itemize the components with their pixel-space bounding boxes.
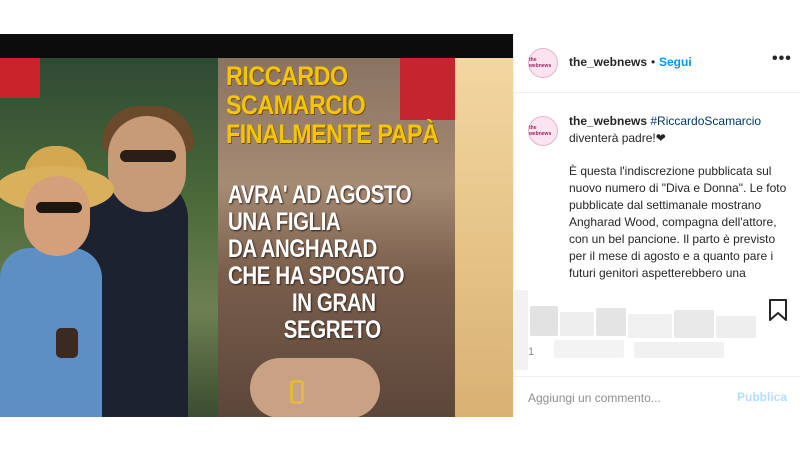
photo-figure <box>108 116 186 212</box>
post-photo: RICCARDO SCAMARCIO FINALMENTE PAPÀ AVRA'… <box>0 58 513 417</box>
headline-line: SCAMARCIO <box>226 90 366 120</box>
hashtag-link[interactable]: #RiccardoScamarcio <box>650 114 761 128</box>
post-sidebar: the webnews the_webnews • Segui ••• the … <box>513 34 800 417</box>
blurred-block <box>514 290 528 370</box>
blurred-block <box>530 306 558 336</box>
likes-count: 1 <box>528 346 535 358</box>
subhead-line: DA ANGHARAD <box>228 235 377 263</box>
photo-figure <box>36 202 82 213</box>
photo-hand <box>250 358 380 417</box>
blurred-block <box>596 308 626 336</box>
post-image[interactable]: RICCARDO SCAMARCIO FINALMENTE PAPÀ AVRA'… <box>0 34 513 417</box>
avatar-label: the webnews <box>529 125 552 137</box>
separator-dot: • <box>651 55 656 69</box>
subhead-line: IN GRAN <box>291 289 376 317</box>
blurred-block <box>560 312 594 336</box>
avatar[interactable]: the webnews <box>528 48 558 78</box>
blurred-block <box>628 314 672 338</box>
photo-figure <box>0 248 102 417</box>
headline-line: RICCARDO <box>226 61 348 91</box>
photo-figure <box>120 150 176 162</box>
caption-text: diventerà padre!❤ <box>569 131 666 145</box>
photo-ring <box>290 380 304 404</box>
photo-figure <box>24 176 90 256</box>
blurred-actions <box>514 290 800 370</box>
subhead-line: SEGRETO <box>283 316 381 344</box>
magazine-headline: RICCARDO SCAMARCIO FINALMENTE PAPÀ <box>226 61 439 149</box>
comment-input[interactable] <box>528 389 718 407</box>
comment-bar: Pubblica <box>514 376 800 418</box>
blurred-block <box>634 342 724 358</box>
photo-decoration <box>455 58 513 417</box>
post-caption: the_webnews #RiccardoScamarcio diventerà… <box>569 113 787 282</box>
magazine-subhead: AVRA' AD AGOSTO UNA FIGLIA DA ANGHARAD C… <box>228 181 412 344</box>
blurred-block <box>716 316 756 338</box>
caption-username[interactable]: the_webnews <box>569 114 647 128</box>
publish-button[interactable]: Pubblica <box>737 390 787 404</box>
blurred-block <box>674 310 714 338</box>
caption-body: È questa l'indiscrezione pubblicata sul … <box>569 164 787 280</box>
avatar-label: the webnews <box>529 57 552 69</box>
blurred-block <box>554 340 624 358</box>
bookmark-icon[interactable] <box>768 299 788 321</box>
photo-decoration <box>0 58 40 98</box>
follow-button[interactable]: Segui <box>659 55 692 69</box>
caption-avatar[interactable]: the webnews <box>528 116 558 146</box>
subhead-line: CHE HA SPOSATO <box>228 262 405 290</box>
more-options-icon[interactable]: ••• <box>772 50 792 68</box>
username-link[interactable]: the_webnews <box>569 55 647 69</box>
subhead-line: AVRA' AD AGOSTO <box>228 181 412 209</box>
headline-line: FINALMENTE PAPÀ <box>226 119 439 149</box>
subhead-line: UNA FIGLIA <box>228 208 341 236</box>
photo-figure <box>56 328 78 358</box>
post-header: the webnews the_webnews • Segui ••• <box>514 34 800 93</box>
